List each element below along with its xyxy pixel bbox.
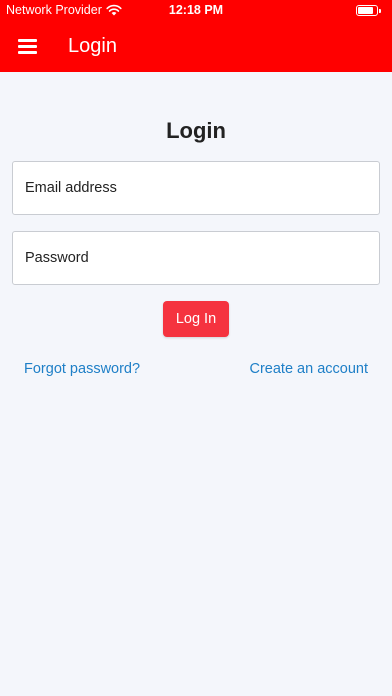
status-time: 12:18 PM [168,3,224,17]
password-field[interactable] [12,231,380,285]
header-title: Login [68,34,117,57]
status-bar: Network Provider 12:18 PM [0,0,392,22]
create-account-link[interactable]: Create an account [250,361,369,377]
login-button[interactable]: Log In [163,301,229,337]
menu-button[interactable] [8,27,46,65]
battery-icon [356,5,381,16]
forgot-password-link[interactable]: Forgot password? [24,361,140,377]
top-bar: Network Provider 12:18 PM Login [0,0,392,72]
hamburger-menu-icon [17,39,37,54]
email-field[interactable] [12,161,380,215]
navigation-header: Login [0,26,392,66]
app-screen: Network Provider 12:18 PM Login Login Lo… [0,0,392,696]
page-title: Login [166,118,226,143]
